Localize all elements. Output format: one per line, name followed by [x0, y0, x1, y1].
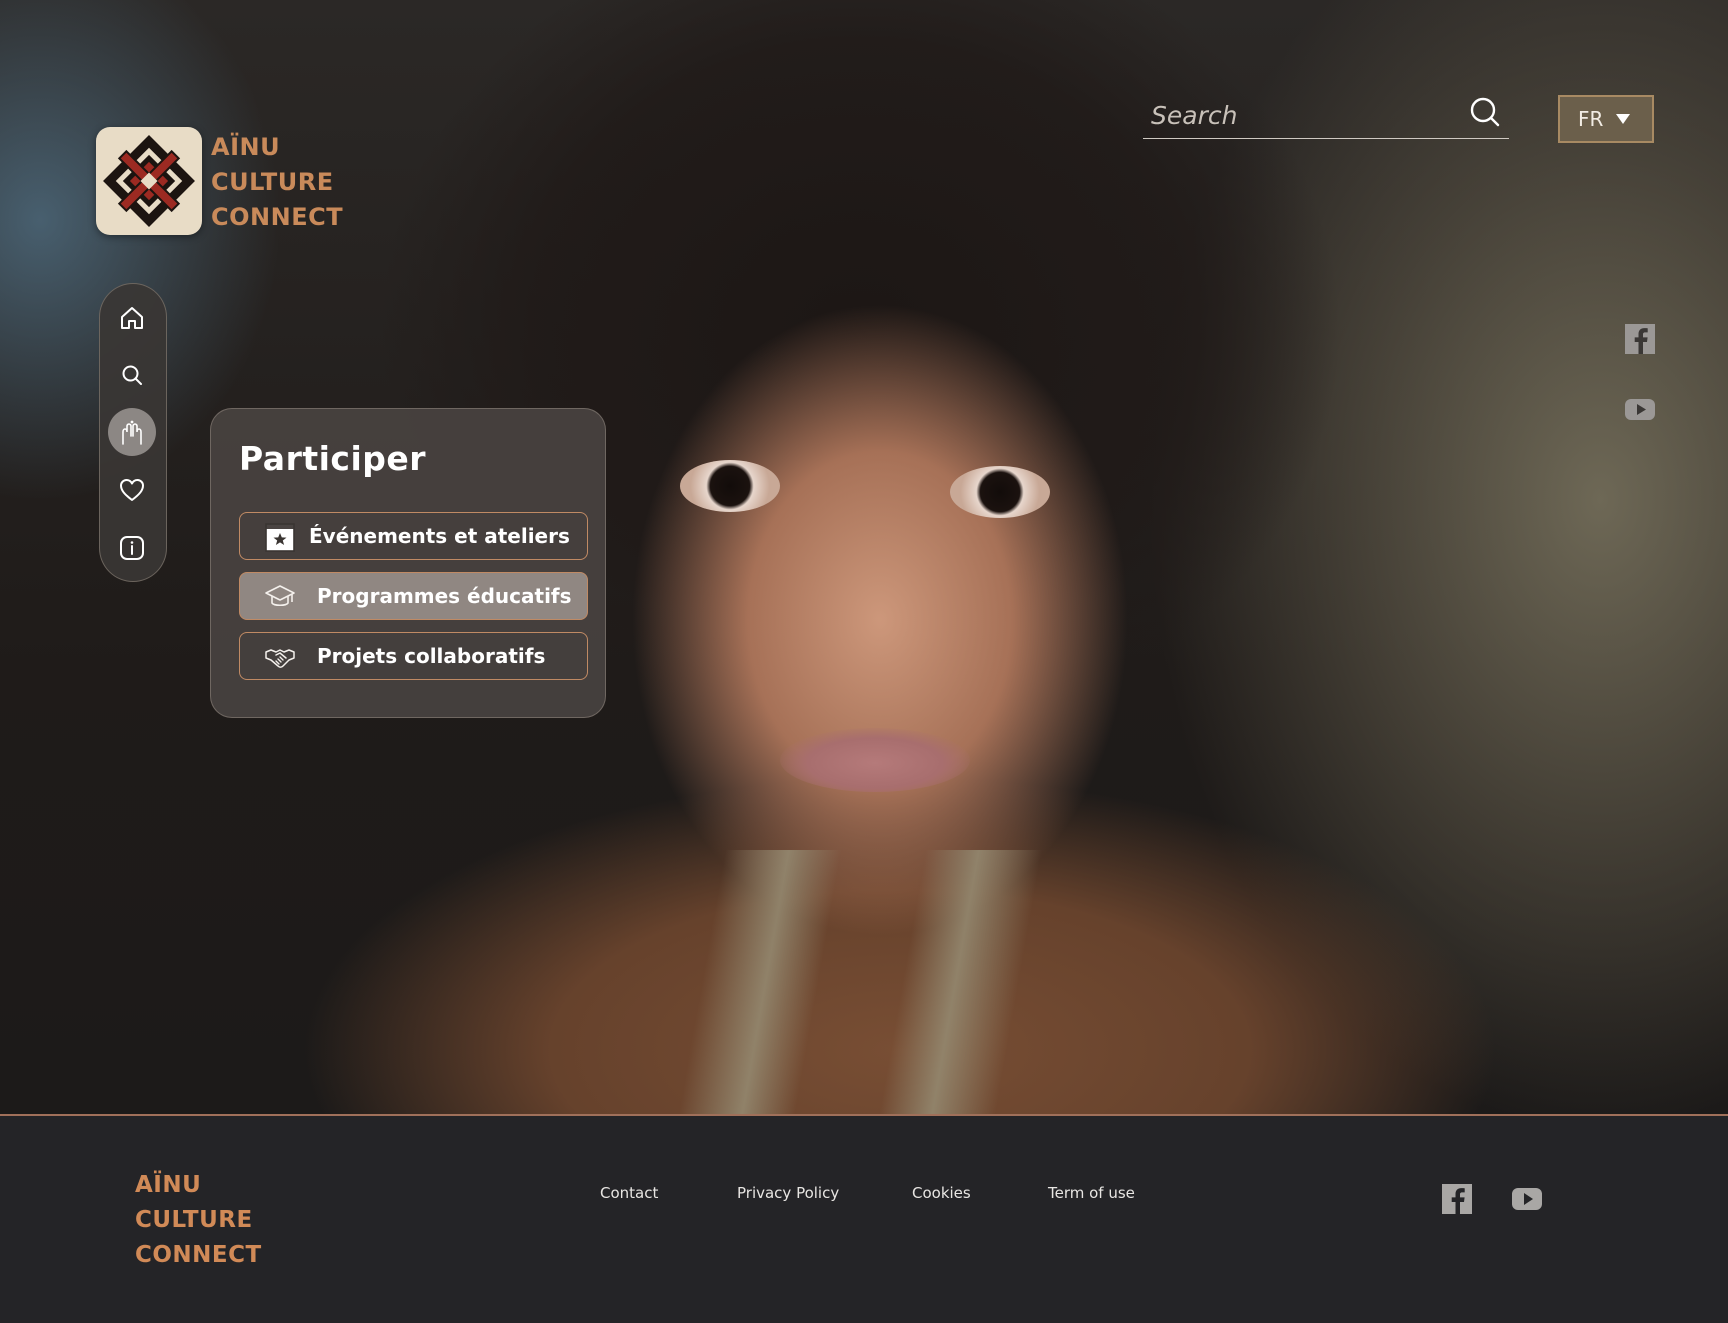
panel-title: Participer	[239, 439, 427, 478]
heart-icon	[120, 479, 144, 501]
menu-item-educational-programs[interactable]: Programmes éducatifs	[239, 572, 588, 620]
menu-item-label: Événements et ateliers	[309, 524, 570, 548]
language-value: FR	[1578, 107, 1604, 131]
footer-link-privacy-policy[interactable]: Privacy Policy	[737, 1184, 839, 1202]
chevron-down-icon	[1616, 114, 1630, 124]
footer-brand-line-1: AÏNU	[135, 1172, 202, 1198]
menu-item-label: Programmes éducatifs	[317, 584, 572, 608]
search-icon	[122, 365, 142, 385]
ainu-pattern-icon	[103, 135, 195, 227]
menu-item-label: Projets collaboratifs	[317, 644, 546, 668]
menu-item-collaborative-projects[interactable]: Projets collaboratifs	[239, 632, 588, 680]
brand-logo[interactable]	[96, 127, 202, 235]
footer-link-cookies[interactable]: Cookies	[912, 1184, 971, 1202]
nav-favorites[interactable]	[108, 466, 156, 514]
nav-home[interactable]	[108, 294, 156, 342]
info-icon	[120, 536, 144, 560]
facebook-icon[interactable]	[1441, 1183, 1473, 1215]
brand-name[interactable]: AÏNU CULTURE CONNECT	[211, 130, 343, 235]
hands-icon	[122, 420, 142, 445]
footer-brand-line-3: CONNECT	[135, 1242, 262, 1268]
participate-menu: Participer Événements et ateliers Progra…	[210, 408, 606, 718]
home-icon	[121, 307, 143, 329]
handshake-icon	[265, 649, 295, 668]
footer-brand-line-2: CULTURE	[135, 1207, 253, 1233]
side-nav	[99, 283, 167, 582]
footer-link-terms[interactable]: Term of use	[1048, 1184, 1135, 1202]
youtube-icon[interactable]	[1511, 1183, 1543, 1215]
search-icon[interactable]	[1469, 96, 1501, 128]
brand-line-2: CULTURE	[211, 168, 334, 196]
menu-item-events-workshops[interactable]: Événements et ateliers	[239, 512, 588, 560]
search-input[interactable]	[1149, 96, 1453, 134]
youtube-icon[interactable]	[1624, 393, 1656, 425]
graduation-cap-icon	[265, 585, 295, 607]
footer-brand-name[interactable]: AÏNU CULTURE CONNECT	[135, 1168, 262, 1273]
site-footer: AÏNU CULTURE CONNECT Contact Privacy Pol…	[0, 1116, 1728, 1323]
calendar-star-icon	[265, 523, 295, 552]
nav-participate[interactable]	[108, 408, 156, 456]
nav-info[interactable]	[108, 524, 156, 572]
language-selector[interactable]: FR	[1558, 95, 1654, 143]
nav-search[interactable]	[108, 351, 156, 399]
brand-line-1: AÏNU	[211, 133, 281, 161]
footer-link-contact[interactable]: Contact	[600, 1184, 658, 1202]
facebook-icon[interactable]	[1624, 323, 1656, 355]
search-bar	[1143, 92, 1509, 139]
brand-line-3: CONNECT	[211, 203, 344, 231]
